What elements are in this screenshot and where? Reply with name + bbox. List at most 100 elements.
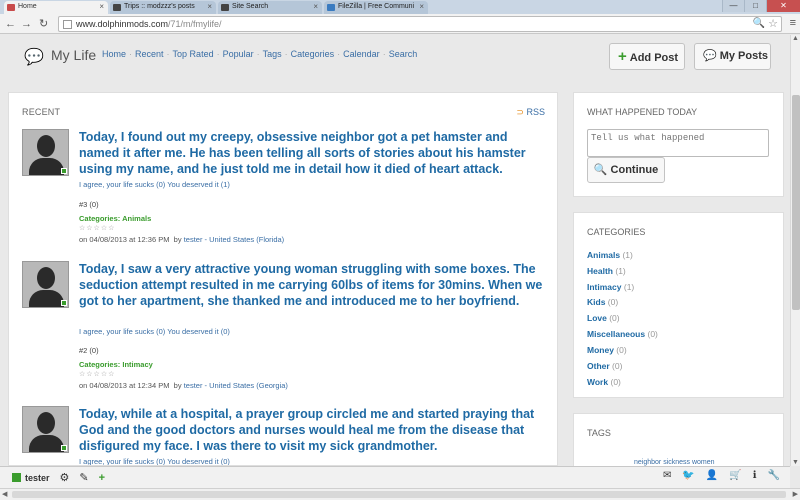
add-post-button[interactable]: + Add Post bbox=[609, 43, 685, 70]
tab-trips[interactable]: Trips :: modzzz's posts × bbox=[110, 1, 216, 14]
nav-tags[interactable]: Tags bbox=[263, 49, 282, 59]
tab-favicon-icon bbox=[113, 4, 121, 11]
post-votes[interactable]: I agree, your life sucks (0) You deserve… bbox=[79, 180, 230, 189]
add-icon[interactable]: + bbox=[99, 472, 105, 484]
forward-icon[interactable]: → bbox=[21, 16, 32, 32]
search-icon: 🔍 bbox=[593, 164, 608, 176]
gear-icon[interactable]: ⚙ bbox=[60, 471, 70, 484]
admin-user-menu[interactable]: tester bbox=[12, 473, 50, 483]
panel-title: TAGS bbox=[587, 428, 611, 438]
category-link[interactable]: Intimacy (1) bbox=[587, 282, 634, 292]
tab-close-icon[interactable]: × bbox=[419, 1, 424, 13]
category-link[interactable]: Money (0) bbox=[587, 345, 627, 355]
tab-close-icon[interactable]: × bbox=[207, 1, 212, 13]
post-category[interactable]: Categories: Animals bbox=[79, 214, 151, 223]
user-icon[interactable]: 👤 bbox=[706, 470, 718, 481]
post-text[interactable]: Today, while at a hospital, a prayer gro… bbox=[79, 406, 549, 454]
online-status-icon bbox=[61, 445, 67, 451]
post-location[interactable]: - United States (Florida) bbox=[205, 235, 285, 244]
twitter-icon[interactable]: 🐦 bbox=[682, 470, 694, 481]
nav-top-rated[interactable]: Top Rated bbox=[173, 49, 214, 59]
scroll-thumb[interactable] bbox=[792, 95, 800, 310]
category-link[interactable]: Love (0) bbox=[587, 313, 620, 323]
tab-site-search[interactable]: Site Search × bbox=[218, 1, 322, 14]
user-status-icon bbox=[12, 473, 21, 482]
tags-panel: TAGS neighbor sickness women bbox=[573, 413, 784, 466]
url-text[interactable]: www.dolphinmods.com/71/m/fmylife/ bbox=[76, 19, 222, 29]
zoom-icon[interactable]: 🔍 bbox=[753, 18, 765, 29]
tab-close-icon[interactable]: × bbox=[99, 1, 104, 13]
speech-bubbles-icon: 💬 bbox=[703, 50, 717, 62]
speech-bubbles-icon[interactable]: 💬 bbox=[24, 47, 44, 67]
tab-close-icon[interactable]: × bbox=[313, 1, 318, 13]
scroll-up-icon[interactable]: ▲ bbox=[792, 35, 799, 42]
tab-title: FileZilla | Free Communi bbox=[338, 3, 415, 10]
wrench-icon[interactable]: 🔧 bbox=[768, 470, 780, 481]
post-votes[interactable]: I agree, your life sucks (0) You deserve… bbox=[79, 457, 230, 465]
post-category[interactable]: Categories: Intimacy bbox=[79, 360, 153, 369]
what-happened-input[interactable] bbox=[587, 129, 769, 157]
continue-button[interactable]: 🔍 Continue bbox=[587, 157, 665, 183]
vertical-scrollbar[interactable]: ▲ ▼ bbox=[790, 35, 800, 466]
site-title[interactable]: My Life bbox=[51, 47, 96, 63]
category-link[interactable]: Kids (0) bbox=[587, 297, 618, 307]
page-icon bbox=[63, 20, 72, 29]
browser-tabbar: Home × Trips :: modzzz's posts × Site Se… bbox=[0, 0, 800, 14]
bookmark-star-icon[interactable]: ☆ bbox=[768, 17, 778, 30]
rating-stars[interactable]: ☆☆☆☆☆ bbox=[79, 224, 115, 232]
plus-icon: + bbox=[618, 48, 627, 65]
avatar[interactable] bbox=[22, 129, 69, 176]
post-votes[interactable]: I agree, your life sucks (0) You deserve… bbox=[79, 327, 230, 336]
edit-icon[interactable]: ✎ bbox=[79, 471, 88, 484]
scroll-left-icon[interactable]: ◀ bbox=[2, 490, 7, 498]
nav-categories[interactable]: Categories bbox=[291, 49, 335, 59]
scroll-right-icon[interactable]: ▶ bbox=[793, 490, 798, 498]
tab-favicon-icon bbox=[221, 4, 229, 11]
panel-title: CATEGORIES bbox=[587, 227, 646, 237]
category-link[interactable]: Miscellaneous (0) bbox=[587, 329, 658, 339]
tab-favicon-icon bbox=[7, 4, 15, 11]
category-link[interactable]: Health (1) bbox=[587, 266, 626, 276]
scroll-thumb[interactable] bbox=[12, 491, 786, 498]
avatar[interactable] bbox=[22, 406, 69, 453]
address-bar[interactable]: www.dolphinmods.com/71/m/fmylife/ 🔍 ☆ bbox=[58, 16, 782, 32]
my-posts-button[interactable]: 💬 My Posts bbox=[694, 43, 771, 70]
post-text[interactable]: Today, I found out my creepy, obsessive … bbox=[79, 129, 549, 177]
rss-icon: ⊃ bbox=[516, 107, 524, 117]
avatar[interactable] bbox=[22, 261, 69, 308]
nav-popular[interactable]: Popular bbox=[223, 49, 254, 59]
category-link[interactable]: Other (0) bbox=[587, 361, 622, 371]
post-text[interactable]: Today, I saw a very attractive young wom… bbox=[79, 261, 549, 309]
post-author[interactable]: tester bbox=[184, 235, 203, 244]
post-location[interactable]: - United States (Georgia) bbox=[205, 381, 288, 390]
post-number: #3 (0) bbox=[79, 200, 99, 209]
admin-bar: tester ⚙ ✎ + ✉ 🐦 👤 🛒 ℹ 🔧 bbox=[0, 466, 790, 488]
nav-search[interactable]: Search bbox=[389, 49, 418, 59]
browser-menu-icon[interactable]: ≡ bbox=[790, 17, 796, 29]
tab-home[interactable]: Home × bbox=[4, 1, 108, 14]
nav-recent[interactable]: Recent bbox=[135, 49, 164, 59]
tag-cloud[interactable]: neighbor sickness women bbox=[634, 459, 715, 466]
close-window-icon[interactable]: ✕ bbox=[766, 0, 800, 12]
post-author[interactable]: tester bbox=[184, 381, 203, 390]
what-happened-panel: WHAT HAPPENED TODAY 🔍 Continue bbox=[573, 92, 784, 197]
mail-icon[interactable]: ✉ bbox=[663, 470, 671, 481]
cart-icon[interactable]: 🛒 bbox=[729, 470, 741, 481]
category-link[interactable]: Work (0) bbox=[587, 377, 621, 387]
category-link[interactable]: Animals (1) bbox=[587, 250, 633, 260]
back-icon[interactable]: ← bbox=[5, 16, 16, 32]
minimize-icon[interactable]: — bbox=[722, 0, 744, 12]
maximize-icon[interactable]: □ bbox=[744, 0, 766, 12]
tab-filezilla[interactable]: FileZilla | Free Communi × bbox=[324, 1, 428, 14]
online-status-icon bbox=[61, 300, 67, 306]
nav-calendar[interactable]: Calendar bbox=[343, 49, 380, 59]
horizontal-scrollbar[interactable]: ◀ ▶ bbox=[0, 488, 800, 500]
rss-link[interactable]: ⊃ RSS bbox=[516, 107, 545, 118]
nav-home[interactable]: Home bbox=[102, 49, 126, 59]
info-icon[interactable]: ℹ bbox=[753, 470, 757, 481]
scroll-down-icon[interactable]: ▼ bbox=[792, 459, 799, 466]
rating-stars[interactable]: ☆☆☆☆☆ bbox=[79, 370, 115, 378]
site-nav: Home · Recent · Top Rated · Popular · Tags · Categ… bbox=[102, 49, 418, 59]
tab-title: Home bbox=[18, 3, 37, 10]
reload-icon[interactable]: ↻ bbox=[39, 16, 48, 32]
